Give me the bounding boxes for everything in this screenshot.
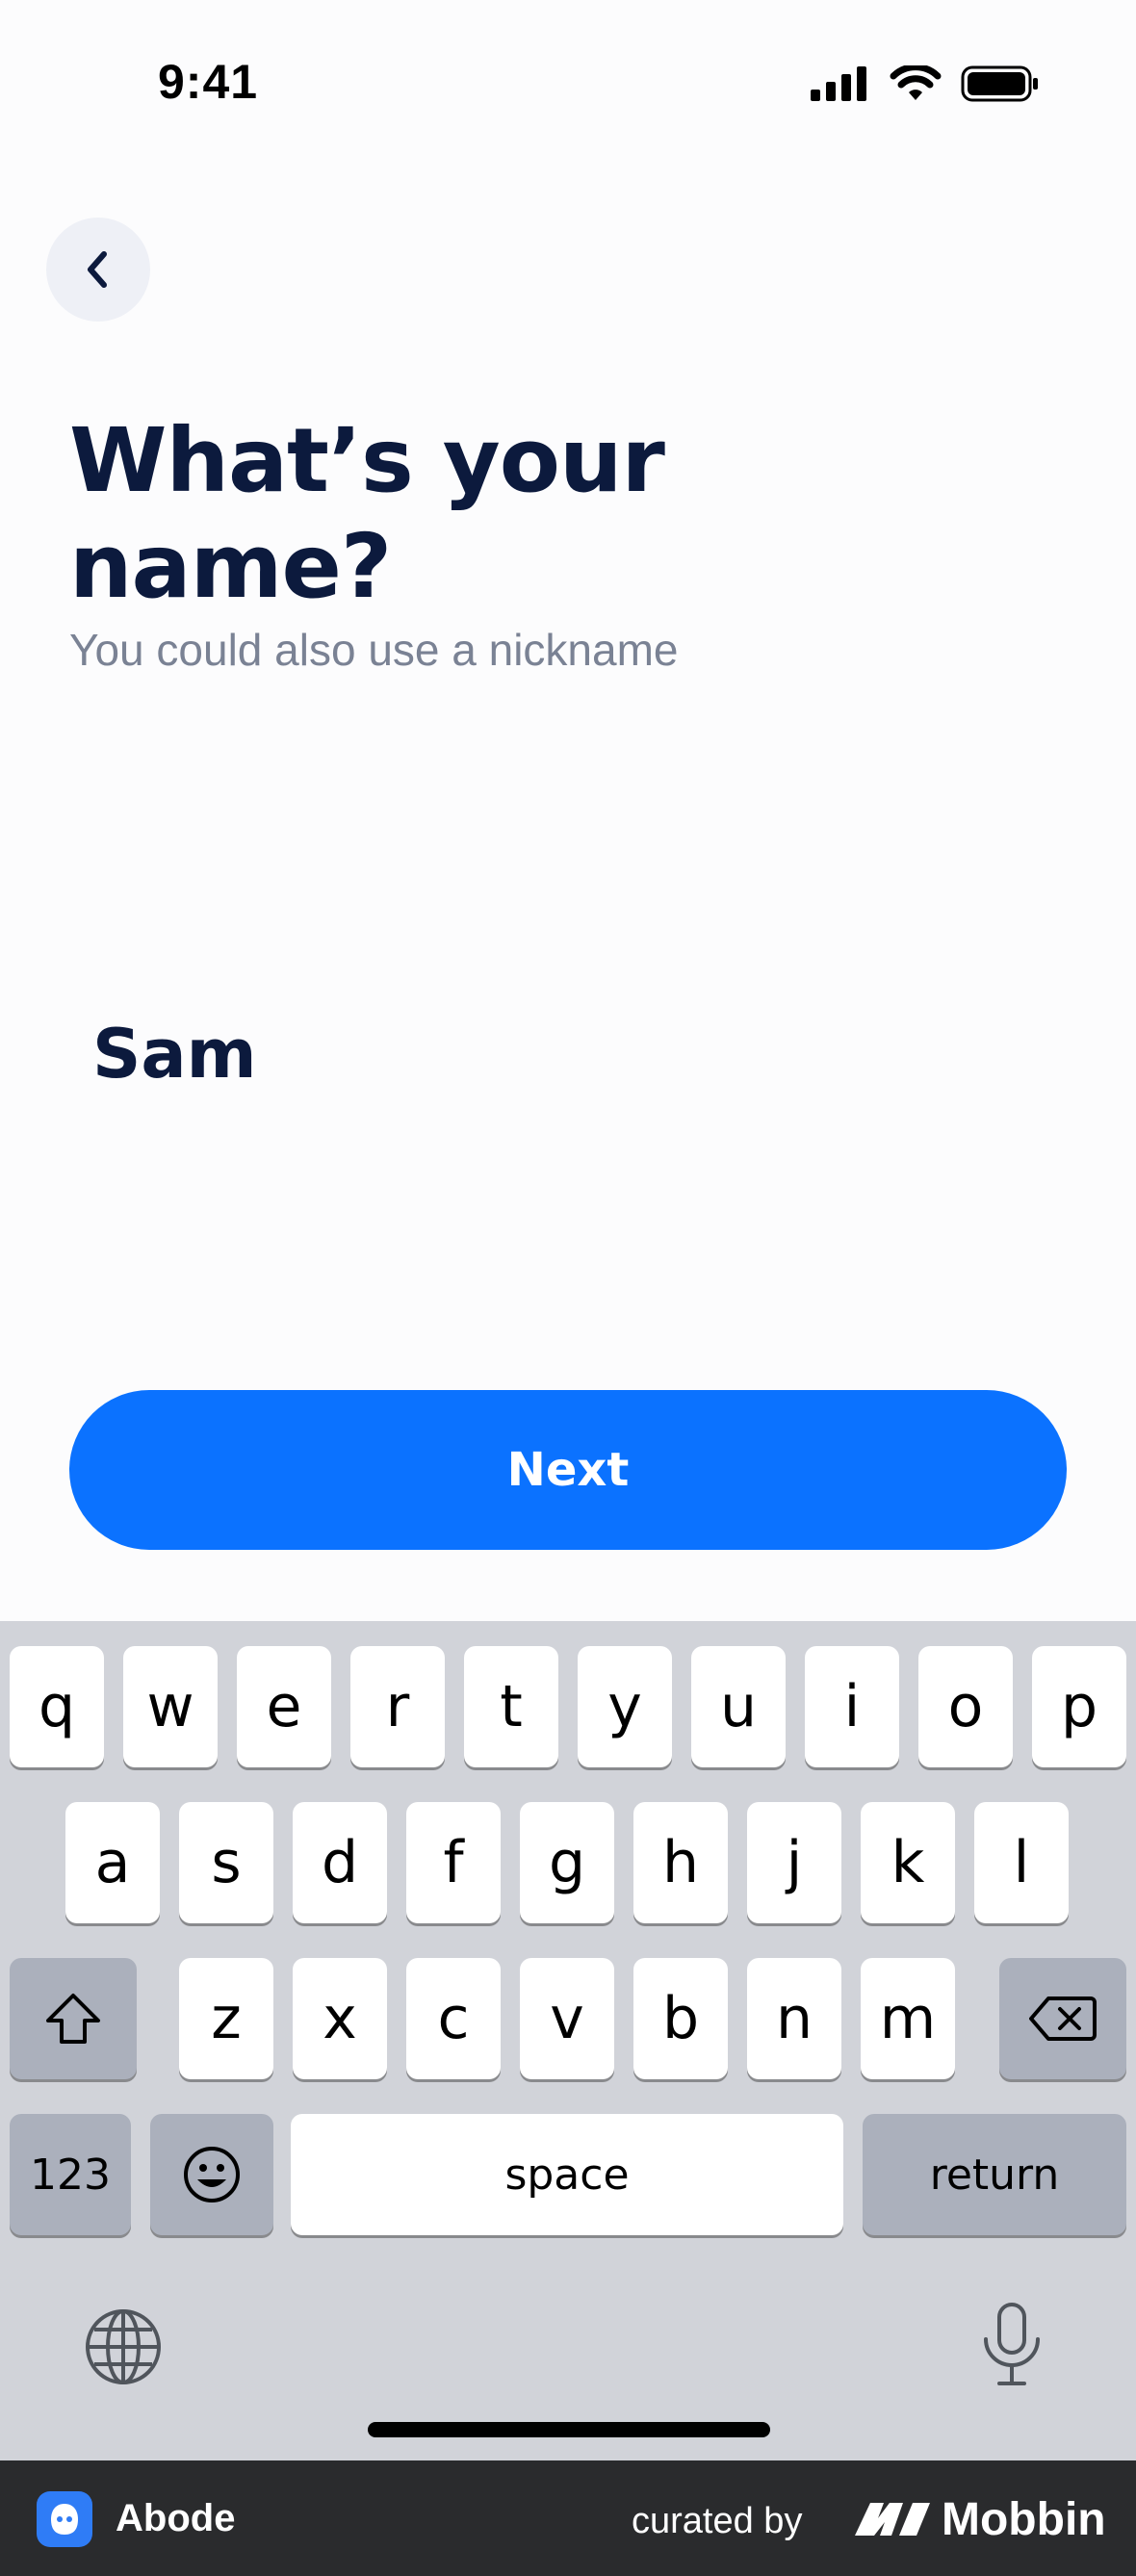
key-j[interactable]: j	[747, 1802, 841, 1923]
space-key[interactable]: space	[291, 2114, 843, 2235]
key-p[interactable]: p	[1032, 1646, 1126, 1767]
app-name: Abode	[116, 2497, 236, 2539]
key-x[interactable]: x	[293, 1958, 387, 2079]
mobbin-logo-icon	[855, 2503, 930, 2536]
status-time: 9:41	[158, 55, 259, 109]
key-m[interactable]: m	[861, 1958, 955, 2079]
key-t[interactable]: t	[464, 1646, 558, 1767]
cellular-signal-icon	[811, 66, 866, 101]
name-input[interactable]	[92, 1001, 959, 1107]
mobbin-brand: Mobbin	[942, 2494, 1106, 2545]
back-button[interactable]	[46, 218, 150, 322]
ghost-icon	[51, 2504, 78, 2535]
key-d[interactable]: d	[293, 1802, 387, 1923]
chevron-left-icon	[88, 251, 107, 288]
key-e[interactable]: e	[237, 1646, 331, 1767]
key-w[interactable]: w	[123, 1646, 218, 1767]
key-s[interactable]: s	[179, 1802, 273, 1923]
key-l[interactable]: l	[974, 1802, 1069, 1923]
emoji-key[interactable]	[150, 2114, 273, 2235]
delete-icon	[1029, 1996, 1097, 2041]
shift-key[interactable]	[10, 1958, 137, 2079]
next-button[interactable]: Next	[69, 1390, 1067, 1550]
return-key[interactable]: return	[863, 2114, 1126, 2235]
microphone-icon[interactable]	[978, 2301, 1046, 2389]
status-icons	[811, 65, 1040, 102]
delete-key[interactable]	[999, 1958, 1126, 2079]
key-k[interactable]: k	[861, 1802, 955, 1923]
key-c[interactable]: c	[406, 1958, 501, 2079]
globe-icon[interactable]	[83, 2306, 164, 2387]
wifi-icon	[890, 65, 942, 100]
key-q[interactable]: q	[10, 1646, 104, 1767]
shift-icon	[46, 1994, 100, 2044]
key-g[interactable]: g	[520, 1802, 614, 1923]
curated-label: curated by	[632, 2501, 803, 2541]
key-h[interactable]: h	[633, 1802, 728, 1923]
battery-icon	[961, 65, 1038, 102]
key-r[interactable]: r	[350, 1646, 445, 1767]
emoji-icon	[184, 2147, 240, 2202]
numbers-key[interactable]: 123	[10, 2114, 131, 2235]
key-f[interactable]: f	[406, 1802, 501, 1923]
key-y[interactable]: y	[578, 1646, 672, 1767]
key-b[interactable]: b	[633, 1958, 728, 2079]
key-a[interactable]: a	[65, 1802, 160, 1923]
key-i[interactable]: i	[805, 1646, 899, 1767]
status-bar: 9:41	[0, 0, 1136, 154]
key-u[interactable]: u	[691, 1646, 786, 1767]
home-indicator	[368, 2422, 770, 2437]
page-subtitle: You could also use a nickname	[69, 625, 679, 675]
key-v[interactable]: v	[520, 1958, 614, 2079]
key-o[interactable]: o	[918, 1646, 1013, 1767]
key-z[interactable]: z	[179, 1958, 273, 2079]
key-n[interactable]: n	[747, 1958, 841, 2079]
app-icon	[37, 2491, 92, 2547]
page-title: What’s your name?	[69, 409, 665, 618]
